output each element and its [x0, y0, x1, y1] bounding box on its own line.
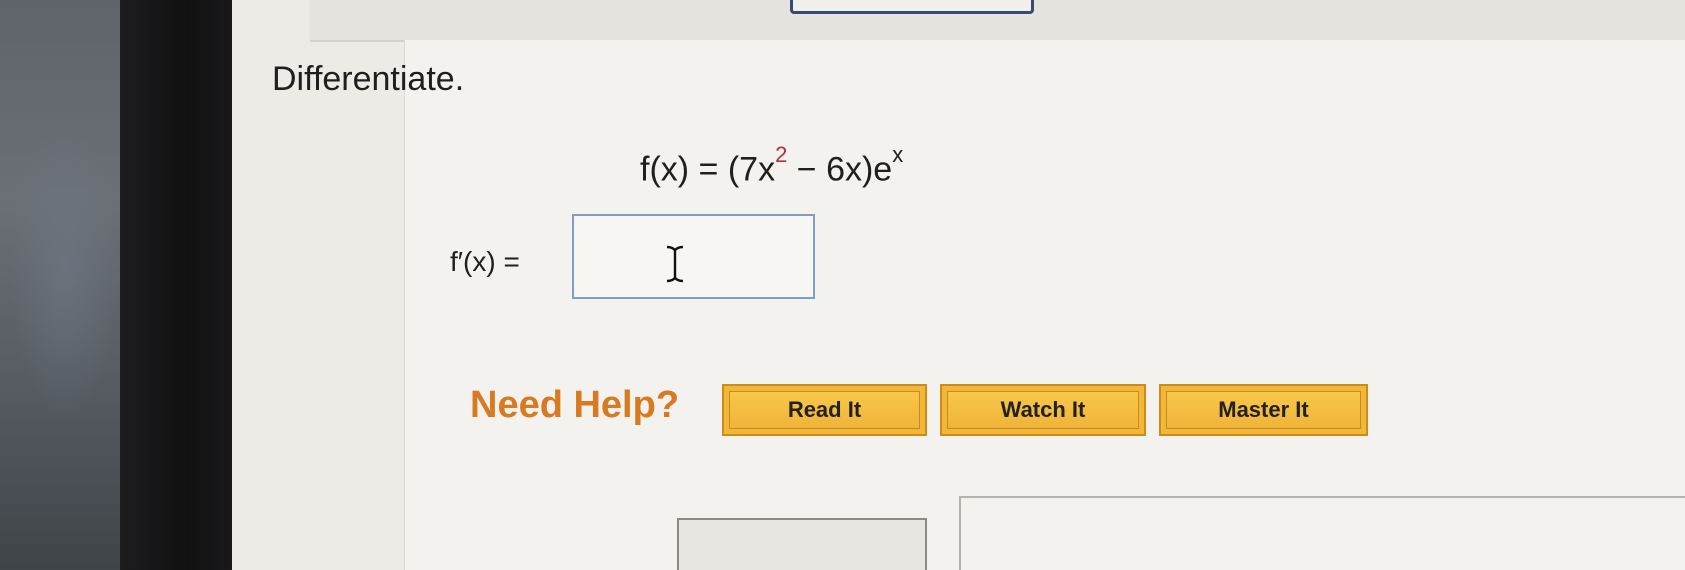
- watch-it-button[interactable]: Watch It: [940, 384, 1146, 436]
- function-open: (7x: [727, 150, 776, 189]
- bottom-right-panel: [959, 496, 1685, 570]
- bottom-left-panel: [677, 518, 927, 570]
- function-lhs: f(x) =: [640, 150, 728, 189]
- photo-stage: Differentiate. f(x) = (7x2 − 6x)ex f′(x)…: [0, 0, 1685, 570]
- i-beam-cursor-icon: [666, 245, 684, 283]
- need-help-heading: Need Help?: [470, 384, 680, 426]
- watch-it-label: Watch It: [947, 391, 1139, 429]
- read-it-label: Read It: [729, 391, 920, 429]
- monitor-bezel: [120, 0, 232, 570]
- function-expression: f(x) = (7x2 − 6x)ex: [640, 142, 903, 189]
- answer-input[interactable]: [572, 214, 815, 299]
- function-middle: − 6x)e: [787, 150, 893, 189]
- question-instruction: Differentiate.: [272, 60, 465, 98]
- function-exponent: 2: [775, 142, 788, 167]
- master-it-label: Master It: [1166, 391, 1361, 429]
- answer-label: f′(x) =: [450, 246, 520, 277]
- background-object: [10, 120, 120, 420]
- master-it-button[interactable]: Master It: [1159, 384, 1368, 436]
- background-room: [0, 0, 140, 570]
- header-panel: [310, 0, 1685, 42]
- top-tab[interactable]: [790, 0, 1034, 14]
- question-panel: [404, 40, 1685, 570]
- read-it-button[interactable]: Read It: [722, 384, 927, 436]
- function-exp-var: x: [892, 142, 904, 167]
